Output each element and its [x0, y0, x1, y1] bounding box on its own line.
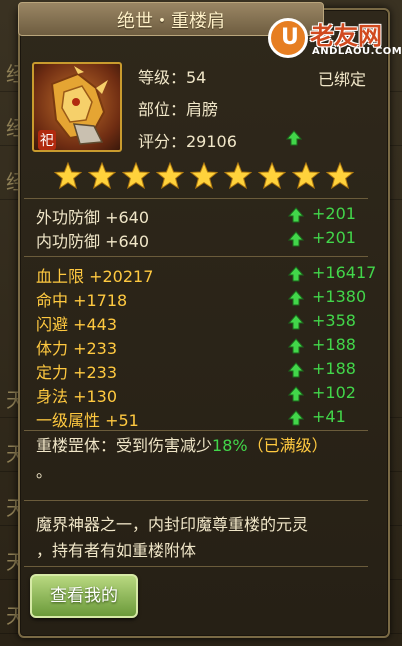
- score-up-arrow-icon: [286, 130, 302, 146]
- stat-inner-defense: 内功防御 +640: [36, 232, 150, 251]
- stat-bonus: +358: [312, 311, 356, 330]
- item-score: 评分：29106: [138, 132, 237, 151]
- description-line2: ，持有者有如重楼附体: [36, 541, 197, 560]
- up-arrow-icon: [288, 338, 304, 354]
- item-icon: 祀: [32, 62, 122, 152]
- item-quality-badge: 祀: [38, 130, 56, 150]
- divider: [24, 256, 368, 257]
- stat-bonus: +102: [312, 383, 356, 402]
- stat-primary-attr: 一级属性 +51: [36, 411, 139, 430]
- stat-bonus: +201: [312, 228, 356, 247]
- up-arrow-icon: [288, 314, 304, 330]
- divider: [24, 198, 368, 199]
- up-arrow-icon: [288, 386, 304, 402]
- stat-dodge: 闪避 +443: [36, 315, 118, 334]
- stat-agility: 身法 +130: [36, 387, 118, 406]
- view-mine-button[interactable]: 查看我的: [30, 574, 138, 618]
- skill-prefix: 重楼罡体：受到伤害减少: [36, 436, 213, 455]
- skill-max-level: （已满级）: [247, 436, 328, 455]
- star-icon: [122, 162, 150, 190]
- skill-line2: 。: [36, 462, 53, 481]
- star-icon: [258, 162, 286, 190]
- stat-bonus: +201: [312, 204, 356, 223]
- up-arrow-icon: [288, 231, 304, 247]
- star-icon: [88, 162, 116, 190]
- up-arrow-icon: [288, 410, 304, 426]
- divider: [24, 430, 368, 431]
- item-description: 魔界神器之一，内封印魔尊重楼的元灵 ，持有者有如重楼附体: [36, 512, 366, 564]
- up-arrow-icon: [288, 290, 304, 306]
- stat-hit: 命中 +1718: [36, 291, 128, 310]
- star-icon: [292, 162, 320, 190]
- star-icon: [54, 162, 82, 190]
- stat-stamina: 体力 +233: [36, 339, 118, 358]
- bound-status: 已绑定: [318, 70, 367, 89]
- site-watermark: U 老友网 ANDLAOU.COM: [268, 14, 402, 68]
- up-arrow-icon: [288, 266, 304, 282]
- stat-outer-defense: 外功防御 +640: [36, 208, 150, 227]
- star-icon: [156, 162, 184, 190]
- star-icon: [224, 162, 252, 190]
- divider: [24, 500, 368, 501]
- up-arrow-icon: [288, 362, 304, 378]
- item-level: 等级：54: [138, 68, 207, 87]
- star-icon: [326, 162, 354, 190]
- stat-bonus: +188: [312, 359, 356, 378]
- stat-bonus: +1380: [312, 287, 367, 306]
- item-slot: 部位：肩膀: [138, 100, 219, 119]
- stat-bonus: +41: [312, 407, 346, 426]
- watermark-url: ANDLAOU.COM: [312, 46, 402, 57]
- item-skill: 重楼罡体：受到伤害减少18%（已满级） 。: [36, 433, 366, 485]
- stat-bonus: +16417: [312, 263, 377, 282]
- description-line1: 魔界神器之一，内封印魔尊重楼的元灵: [36, 515, 309, 534]
- watermark-logo-icon: U: [268, 18, 308, 58]
- stat-hp-max: 血上限 +20217: [36, 267, 154, 286]
- up-arrow-icon: [288, 207, 304, 223]
- stat-bonus: +188: [312, 335, 356, 354]
- stat-focus: 定力 +233: [36, 363, 118, 382]
- star-rating: [50, 162, 360, 192]
- divider: [24, 566, 368, 567]
- star-icon: [190, 162, 218, 190]
- skill-percent: 18%: [212, 436, 248, 455]
